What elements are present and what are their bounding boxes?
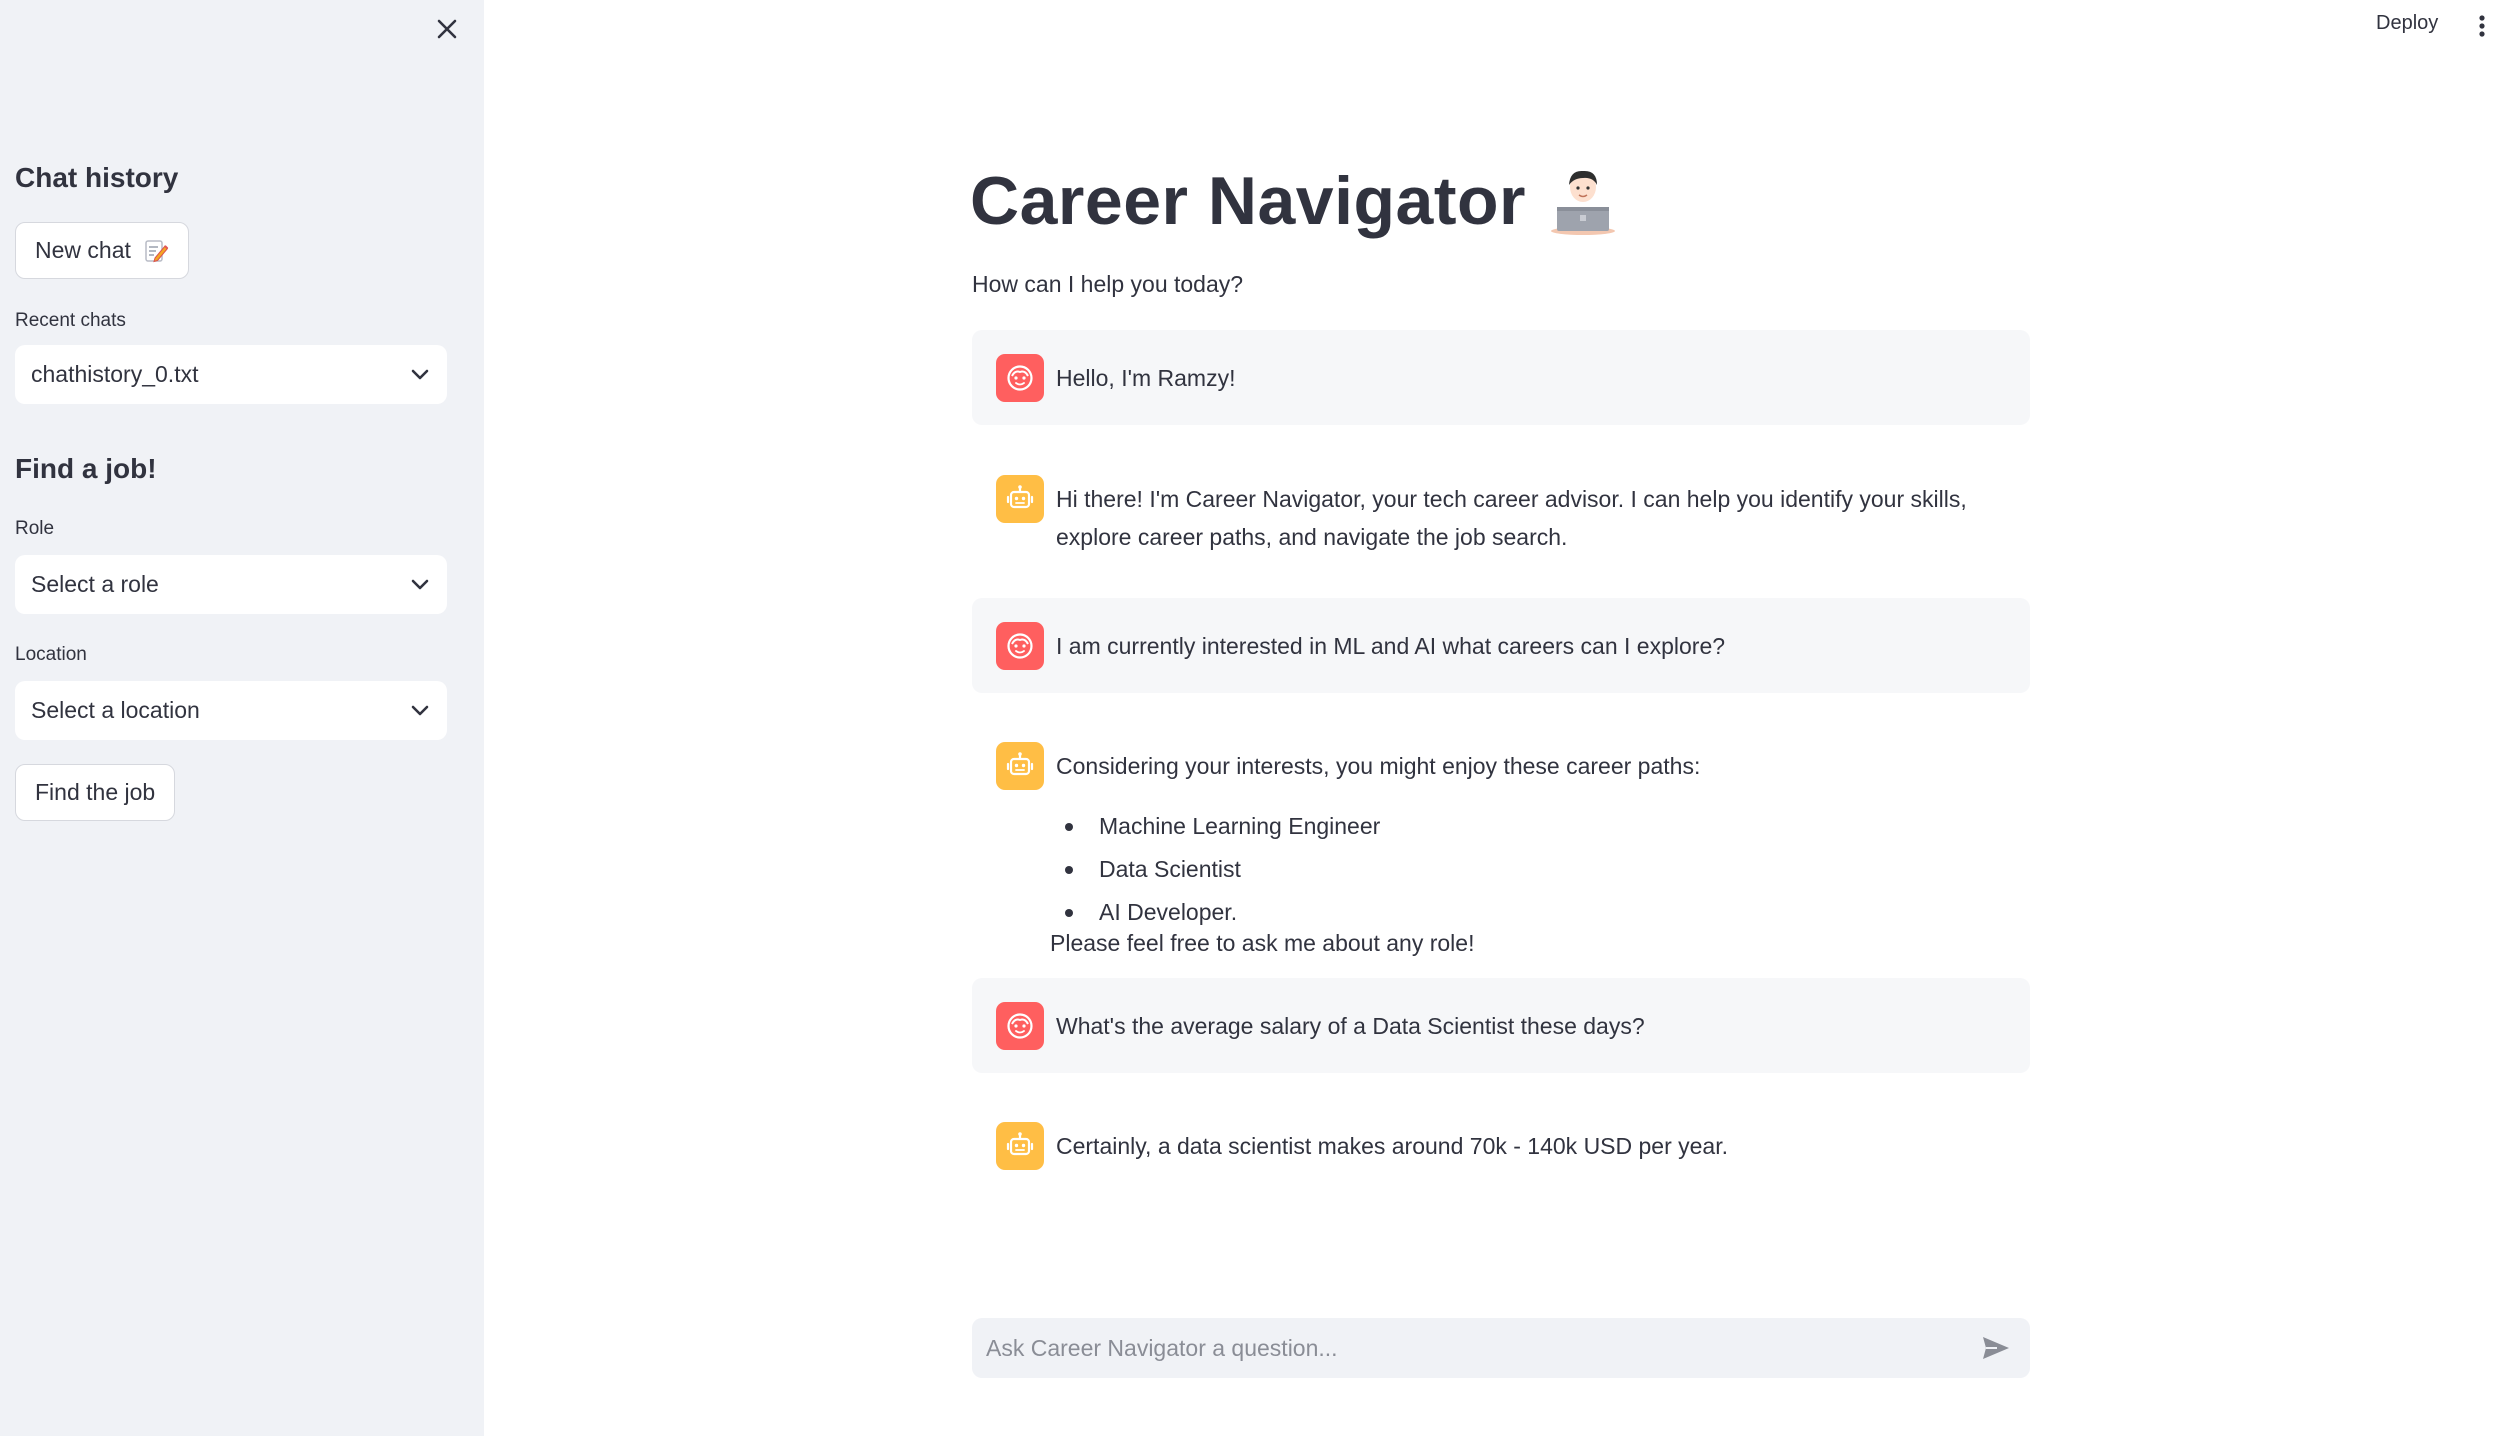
chat-message-user: I am currently interested in ML and AI w… — [972, 598, 2030, 693]
kebab-menu-icon — [2479, 15, 2485, 37]
message-text: Certainly, a data scientist makes around… — [1056, 1133, 1729, 1159]
message-text: I am currently interested in ML and AI w… — [1056, 633, 1726, 659]
find-the-job-label: Find the job — [35, 779, 156, 805]
main-menu-button[interactable] — [2470, 14, 2494, 38]
close-icon — [437, 19, 457, 39]
user-avatar — [996, 622, 1044, 670]
page-title-row: Career Navigator — [970, 162, 1618, 240]
send-button[interactable] — [1976, 1328, 2016, 1368]
page-title: Career Navigator — [970, 163, 1527, 239]
assistant-avatar — [996, 742, 1044, 790]
assistant-avatar — [996, 1122, 1044, 1170]
find-job-heading: Find a job! — [15, 453, 157, 484]
chat-message-user: Hello, I'm Ramzy! — [972, 330, 2030, 425]
new-chat-button[interactable]: New chat — [15, 222, 189, 279]
message-text: Hello, I'm Ramzy! — [1056, 365, 1236, 391]
message-text: What's the average salary of a Data Scie… — [1056, 1013, 1645, 1039]
find-the-job-button[interactable]: Find the job — [15, 764, 176, 821]
robot-icon — [1006, 1132, 1034, 1156]
new-chat-label: New chat — [35, 237, 131, 263]
send-icon — [1983, 1337, 2009, 1359]
chat-input-container — [972, 1318, 2030, 1378]
user-avatar — [996, 354, 1044, 402]
career-paths-list: Machine Learning Engineer Data Scientist… — [1065, 805, 1380, 934]
page-subtitle: How can I help you today? — [972, 271, 1244, 297]
sidebar: Chat history New chat Recent chats chath… — [0, 0, 484, 1436]
user-avatar — [996, 1002, 1044, 1050]
user-face-icon — [1007, 1013, 1033, 1039]
role-value: Select a role — [31, 571, 159, 597]
user-face-icon — [1007, 633, 1033, 659]
location-label: Location — [15, 644, 87, 665]
location-value: Select a location — [31, 697, 200, 723]
chat-message-user: What's the average salary of a Data Scie… — [972, 978, 2030, 1073]
role-select[interactable]: Select a role — [15, 555, 447, 614]
message-text: Considering your interests, you might en… — [1056, 753, 1701, 779]
message-text: Hi there! I'm Career Navigator, your tec… — [1056, 486, 1967, 550]
technologist-icon — [1551, 170, 1616, 235]
recent-chats-label: Recent chats — [15, 310, 126, 331]
recent-chats-select[interactable]: chathistory_0.txt — [15, 345, 447, 404]
message-followup-text: Please feel free to ask me about any rol… — [1050, 930, 1475, 956]
recent-chats-value: chathistory_0.txt — [31, 361, 199, 387]
robot-icon — [1006, 485, 1034, 509]
chevron-down-icon — [411, 705, 429, 715]
app-root: Chat history New chat Recent chats chath… — [0, 0, 2501, 1436]
memo-icon — [145, 239, 169, 262]
role-label: Role — [15, 518, 55, 539]
assistant-avatar — [996, 475, 1044, 523]
chat-history-heading: Chat history — [15, 162, 179, 193]
chevron-down-icon — [411, 579, 429, 589]
chat-input[interactable] — [986, 1318, 1976, 1378]
deploy-button[interactable]: Deploy — [2376, 12, 2438, 35]
list-item: Machine Learning Engineer — [1065, 805, 1380, 848]
chevron-down-icon — [411, 369, 429, 379]
list-item: AI Developer. — [1065, 891, 1380, 934]
chat-message-assistant: Certainly, a data scientist makes around… — [972, 1122, 2030, 1182]
list-item: Data Scientist — [1065, 848, 1380, 891]
user-face-icon — [1007, 365, 1033, 391]
chat-message-assistant: Hi there! I'm Career Navigator, your tec… — [972, 475, 2030, 567]
location-select[interactable]: Select a location — [15, 681, 447, 740]
close-sidebar-button[interactable] — [430, 12, 464, 46]
chat-message-assistant: Considering your interests, you might en… — [972, 742, 2030, 802]
robot-icon — [1006, 752, 1034, 776]
